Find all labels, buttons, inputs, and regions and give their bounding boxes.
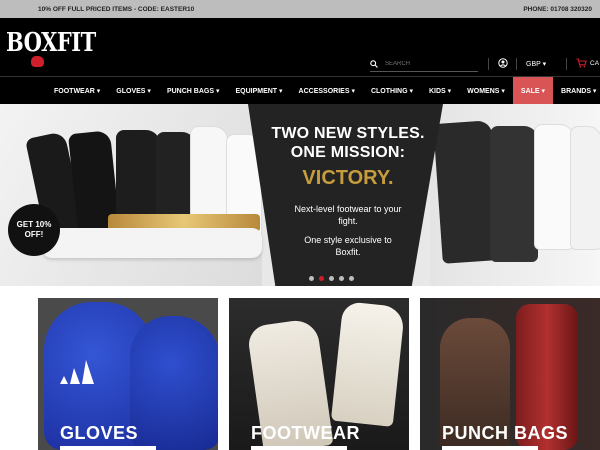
nav-equipment[interactable]: EQUIPMENT ▾: [227, 77, 290, 104]
nav-kids[interactable]: KIDS ▾: [421, 77, 459, 104]
hero-image-right: [430, 104, 600, 286]
hero-body-1: Next-level footwear to your fight.: [294, 204, 402, 226]
nav-brands[interactable]: BRANDS ▾: [553, 77, 600, 104]
hero-banner[interactable]: TWO NEW STYLES. ONE MISSION: VICTORY. Ne…: [0, 104, 600, 286]
nav-womens[interactable]: WOMENS ▾: [459, 77, 513, 104]
glove-image: [130, 316, 218, 450]
hero-headline-1: TWO NEW STYLES.: [271, 125, 425, 142]
search-input[interactable]: [385, 60, 471, 67]
boot-image: [490, 126, 538, 262]
currency-label: GBP: [526, 61, 541, 68]
nav-sale[interactable]: SALE ▾: [512, 77, 554, 104]
hero-image-left: [0, 104, 262, 286]
logo[interactable]: BOXFIT: [6, 26, 96, 72]
divider: [488, 58, 489, 70]
carousel-dot[interactable]: [329, 276, 334, 281]
category-tile-punch-bags[interactable]: PUNCH BAGS: [420, 298, 600, 450]
boot-image: [534, 124, 574, 250]
search-icon[interactable]: [370, 59, 378, 68]
discount-badge[interactable]: GET 10% OFF!: [8, 204, 60, 256]
glove-logo-icon: [31, 56, 44, 67]
main-nav: FOOTWEAR ▾ GLOVES ▾ PUNCH BAGS ▾ EQUIPME…: [0, 76, 600, 104]
hero-highlight: VICTORY.: [302, 167, 394, 189]
phone-number[interactable]: PHONE: 01708 320320: [523, 6, 592, 13]
cart-button[interactable]: CA: [576, 58, 599, 68]
tile-label: FOOTWEAR: [251, 423, 360, 443]
nav-gloves[interactable]: GLOVES ▾: [108, 77, 159, 104]
carousel-dot[interactable]: [309, 276, 314, 281]
boot-image: [570, 126, 600, 250]
tile-underline: [60, 446, 156, 450]
carousel-dot[interactable]: [349, 276, 354, 281]
cart-label: CA: [590, 60, 600, 67]
tile-underline: [251, 446, 347, 450]
nav-accessories[interactable]: ACCESSORIES ▾: [291, 77, 363, 104]
tile-underline: [442, 446, 538, 450]
white-sole-image: [42, 228, 262, 258]
logo-text: BOXFIT: [6, 26, 96, 58]
category-tile-footwear[interactable]: FOOTWEAR: [229, 298, 409, 450]
hero-copy: TWO NEW STYLES. ONE MISSION: VICTORY. Ne…: [262, 124, 434, 258]
nav-clothing[interactable]: CLOTHING ▾: [363, 77, 421, 104]
nav-footwear[interactable]: FOOTWEAR ▾: [46, 77, 108, 104]
chevron-down-icon: ▾: [542, 61, 547, 68]
hero-body-2: One style exclusive to Boxfit.: [304, 235, 392, 257]
carousel-dot[interactable]: [319, 276, 324, 281]
badge-text: GET 10% OFF!: [16, 220, 52, 239]
category-tiles: GLOVES FOOTWEAR PUNCH BAGS: [0, 298, 600, 450]
category-tile-gloves[interactable]: GLOVES: [38, 298, 218, 450]
hero-headline-2: ONE MISSION:: [290, 144, 406, 161]
nav-punch-bags[interactable]: PUNCH BAGS ▾: [159, 77, 228, 104]
tile-label: PUNCH BAGS: [442, 423, 569, 443]
carousel-dot[interactable]: [339, 276, 344, 281]
tile-label: GLOVES: [60, 423, 139, 443]
promo-text: 10% OFF FULL PRICED ITEMS - CODE: EASTER…: [38, 5, 195, 13]
site-header: BOXFIT GBP ▾ CA: [0, 18, 600, 76]
promo-bar: 10% OFF FULL PRICED ITEMS - CODE: EASTER…: [0, 0, 600, 18]
account-icon[interactable]: [498, 58, 508, 68]
carousel-dots: [309, 276, 354, 281]
currency-selector[interactable]: GBP ▾: [526, 60, 546, 68]
divider: [566, 58, 567, 70]
divider: [516, 58, 517, 70]
cart-icon: [576, 58, 587, 68]
adidas-logo-icon: [60, 360, 94, 384]
search-box[interactable]: [370, 56, 478, 72]
boot-image: [330, 301, 406, 427]
